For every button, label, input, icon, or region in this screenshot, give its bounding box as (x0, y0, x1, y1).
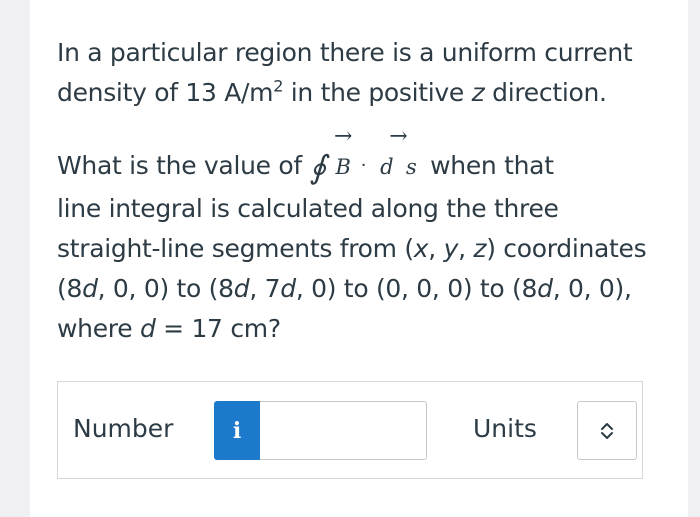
answer-box: Number i Units (57, 381, 643, 479)
question-text: , 0, 0) to (8 (97, 274, 234, 303)
vector-b-letter: B (335, 155, 351, 179)
question-card: In a particular region there is a unifor… (30, 0, 688, 517)
question-text: (8 (57, 274, 83, 303)
vector-arrow: → (389, 124, 408, 149)
question-text: density of 13 A/m (57, 78, 274, 107)
number-input[interactable] (260, 401, 427, 460)
variable-d: d (82, 274, 98, 303)
variable-z: z (471, 78, 485, 107)
question-text: direction. (484, 78, 607, 107)
vector-ds: → d s (374, 124, 422, 187)
variable-d: d (139, 314, 156, 343)
info-icon: i (232, 417, 242, 444)
up-down-chevron-icon (601, 422, 613, 439)
question-text: In a particular region there is a unifor… (57, 38, 633, 67)
vector-d-letter: d (380, 155, 394, 179)
question-text: What is the value of (57, 151, 310, 180)
superscript-2: 2 (273, 76, 284, 96)
variable-z: z (473, 234, 487, 263)
vector-s-letter: s (406, 155, 417, 179)
question-text: straight-line segments from ( (57, 234, 414, 263)
vector-arrow: → (334, 124, 353, 149)
question-text: , 7 (249, 274, 281, 303)
question-paragraph-1: In a particular region there is a unifor… (57, 33, 667, 113)
variable-y: y (443, 234, 459, 263)
question-text: , 0, 0), (552, 274, 632, 303)
question-text: , (458, 234, 474, 263)
question-text: ) coordinates (486, 234, 647, 263)
question-text: , 0) to (0, 0, 0) to (8 (295, 274, 538, 303)
contour-integral-symbol: ∮ (309, 148, 327, 186)
variable-d: d (280, 274, 296, 303)
question-text: = 17 cm? (155, 314, 281, 343)
question-text: when that (422, 151, 554, 180)
number-label: Number (73, 414, 174, 443)
vector-b: → B (334, 124, 353, 187)
question-text: in the positive (283, 78, 472, 107)
dot-operator: · (360, 155, 367, 176)
question-paragraph-2: What is the value of ∮ → B · → d s when that… (57, 124, 667, 349)
info-button[interactable]: i (214, 401, 260, 460)
units-select[interactable] (577, 401, 637, 460)
variable-d: d (537, 274, 553, 303)
variable-x: x (413, 234, 429, 263)
question-text: , (428, 234, 444, 263)
question-text: line integral is calculated along the th… (57, 194, 559, 223)
variable-d: d (233, 274, 250, 303)
question-text: where (57, 314, 140, 343)
units-label: Units (473, 414, 537, 443)
